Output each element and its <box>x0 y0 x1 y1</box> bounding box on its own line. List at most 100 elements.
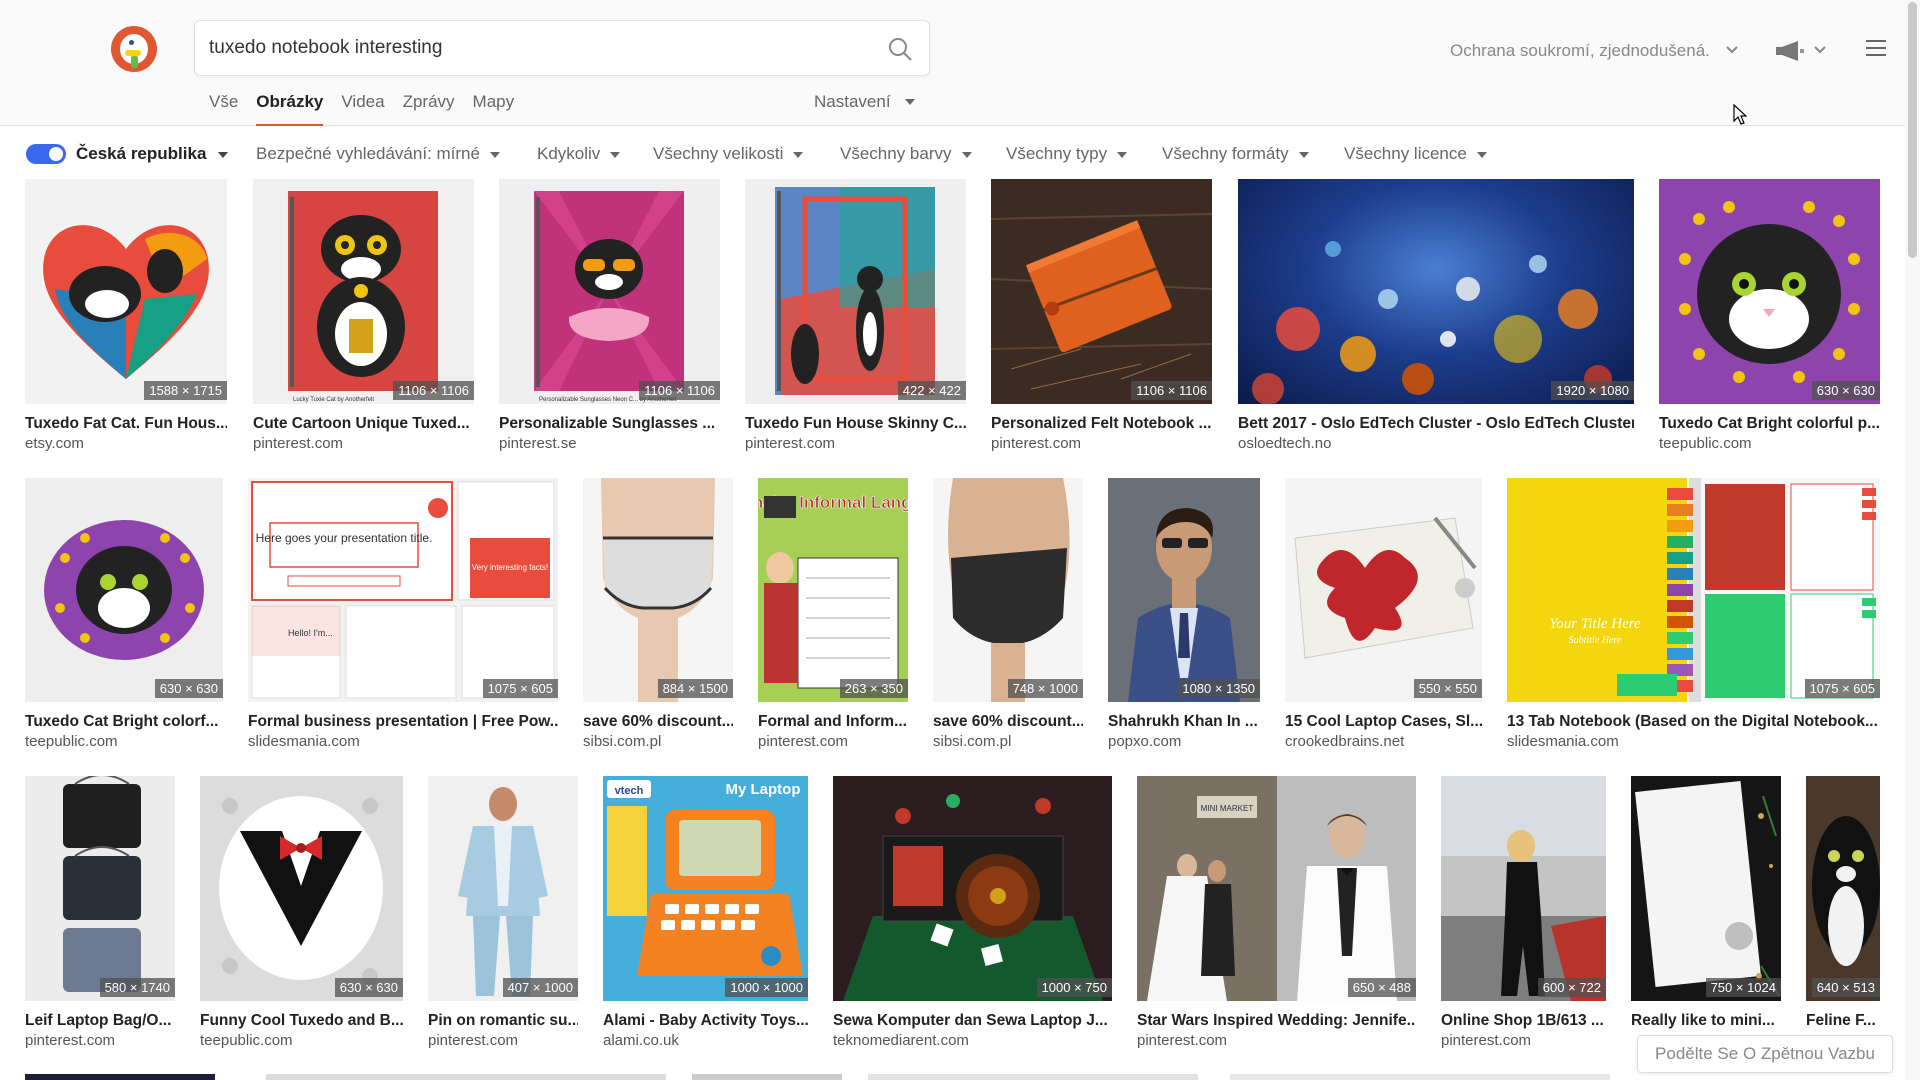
result-title[interactable]: save 60% discount... <box>933 713 1083 731</box>
result-thumbnail[interactable] <box>428 776 578 1001</box>
tab-news[interactable]: Zprávy <box>403 92 455 126</box>
result-thumbnail[interactable]: MINI MARKET <box>1137 776 1416 1001</box>
result-title[interactable]: Online Shop 1B/613 ... <box>1441 1012 1606 1030</box>
result-title[interactable]: Formal and Inform... <box>758 713 908 731</box>
result-source[interactable]: pinterest.com <box>25 1032 115 1049</box>
tab-maps[interactable]: Mapy <box>473 92 515 126</box>
scrollbar-thumb[interactable] <box>1908 2 1917 258</box>
chevron-down-icon[interactable] <box>1726 44 1738 56</box>
image-result[interactable]: 630 × 630 Tuxedo Cat Bright colorful p..… <box>1659 179 1880 455</box>
image-result[interactable]: 407 × 1000 Pin on romantic su... pintere… <box>428 776 578 1051</box>
result-thumbnail[interactable] <box>833 776 1112 1001</box>
result-source[interactable]: crookedbrains.net <box>1285 733 1404 750</box>
result-source[interactable]: sibsi.com.pl <box>933 733 1011 750</box>
result-source[interactable]: pinterest.com <box>1441 1032 1531 1049</box>
result-thumbnail[interactable]: Personalizable Sunglasses Neon C... by A… <box>499 179 720 404</box>
filter-layout[interactable]: Všechny formáty <box>1162 144 1309 164</box>
result-title[interactable]: Personalizable Sunglasses ... <box>499 415 720 433</box>
result-thumbnail[interactable] <box>1659 179 1880 404</box>
image-result[interactable]: 1588 × 1715 Tuxedo Fat Cat. Fun Hous... … <box>25 179 227 455</box>
image-result[interactable]: 630 × 630 Funny Cool Tuxedo and B... tee… <box>200 776 403 1051</box>
result-thumbnail[interactable] <box>25 776 175 1001</box>
result-title[interactable]: Leif Laptop Bag/O... <box>25 1012 175 1030</box>
result-title[interactable]: Funny Cool Tuxedo and B... <box>200 1012 403 1030</box>
result-thumbnail[interactable] <box>1631 776 1781 1001</box>
result-thumbnail[interactable] <box>1806 776 1880 1001</box>
image-result-partial[interactable] <box>266 1074 666 1080</box>
result-source[interactable]: teepublic.com <box>25 733 118 750</box>
result-source[interactable]: teepublic.com <box>1659 435 1752 452</box>
image-result[interactable]: 422 × 422 Tuxedo Fun House Skinny C... p… <box>745 179 966 455</box>
image-result[interactable]: Formal & Informal Language 263 × 350 For… <box>758 478 908 752</box>
image-result[interactable]: 630 × 630 Tuxedo Cat Bright colorf... te… <box>25 478 223 752</box>
result-source[interactable]: etsy.com <box>25 435 84 452</box>
result-thumbnail[interactable]: vtech My Laptop <box>603 776 808 1001</box>
image-result[interactable]: 600 × 722 Online Shop 1B/613 ... pintere… <box>1441 776 1606 1051</box>
chevron-down-icon[interactable] <box>1814 44 1826 56</box>
result-title[interactable]: Cute Cartoon Unique Tuxed... <box>253 415 474 433</box>
image-result[interactable]: 550 × 550 15 Cool Laptop Cases, Sl... cr… <box>1285 478 1482 752</box>
search-input[interactable] <box>209 21 849 75</box>
image-result[interactable]: Here goes your presentation title. Very … <box>248 478 558 752</box>
result-source[interactable]: pinterest.se <box>499 435 577 452</box>
result-title[interactable]: Alami - Baby Activity Toys... <box>603 1012 808 1030</box>
result-source[interactable]: sibsi.com.pl <box>583 733 661 750</box>
result-thumbnail[interactable] <box>1238 179 1634 404</box>
result-title[interactable]: Tuxedo Cat Bright colorf... <box>25 713 223 731</box>
result-source[interactable]: slidesmania.com <box>248 733 360 750</box>
result-title[interactable]: save 60% discount... <box>583 713 733 731</box>
duckduckgo-logo[interactable] <box>111 26 157 72</box>
region-toggle[interactable] <box>26 144 66 164</box>
result-thumbnail[interactable]: Lucky Tuxie Cat by Anotherfelt <box>253 179 474 404</box>
result-thumbnail[interactable] <box>1441 776 1606 1001</box>
result-source[interactable]: alami.co.uk <box>603 1032 679 1049</box>
result-thumbnail[interactable] <box>25 179 227 404</box>
image-result-partial[interactable] <box>868 1074 1198 1080</box>
image-result-partial[interactable] <box>1230 1074 1610 1080</box>
result-title[interactable]: Pin on romantic su... <box>428 1012 578 1030</box>
region-selector[interactable]: Česká republika <box>76 144 206 164</box>
result-thumbnail[interactable] <box>991 179 1212 404</box>
result-thumbnail[interactable] <box>1108 478 1260 702</box>
image-result[interactable]: Personalizable Sunglasses Neon C... by A… <box>499 179 720 455</box>
result-thumbnail[interactable]: Your Title Here Subtitle Here <box>1507 478 1880 702</box>
result-title[interactable]: Feline F... <box>1806 1012 1880 1030</box>
filter-safesearch[interactable]: Bezpečné vyhledávání: mírné <box>256 144 500 164</box>
result-title[interactable]: Tuxedo Fun House Skinny C... <box>745 415 966 433</box>
result-source[interactable]: pinterest.com <box>253 435 343 452</box>
megaphone-icon[interactable] <box>1774 40 1806 62</box>
result-source[interactable]: popxo.com <box>1108 733 1181 750</box>
result-source[interactable]: osloedtech.no <box>1238 435 1331 452</box>
result-title[interactable]: Formal business presentation | Free Pow.… <box>248 713 558 731</box>
result-thumbnail[interactable]: Here goes your presentation title. Very … <box>248 478 558 702</box>
result-title[interactable]: Bett 2017 - Oslo EdTech Cluster - Oslo E… <box>1238 415 1634 433</box>
image-result[interactable]: 884 × 1500 save 60% discount... sibsi.co… <box>583 478 733 752</box>
result-source[interactable]: teknomediarent.com <box>833 1032 969 1049</box>
filter-color[interactable]: Všechny barvy <box>840 144 972 164</box>
result-thumbnail[interactable] <box>745 179 966 404</box>
image-result[interactable]: 640 × 513 Feline F... <box>1806 776 1880 1051</box>
image-result[interactable]: 748 × 1000 save 60% discount... sibsi.co… <box>933 478 1083 752</box>
image-result-partial[interactable] <box>25 1074 215 1080</box>
result-title[interactable]: 15 Cool Laptop Cases, Sl... <box>1285 713 1482 731</box>
image-result[interactable]: 1000 × 750 Sewa Komputer dan Sewa Laptop… <box>833 776 1112 1051</box>
result-source[interactable]: slidesmania.com <box>1507 733 1619 750</box>
result-title[interactable]: Personalized Felt Notebook ... <box>991 415 1212 433</box>
result-source[interactable]: pinterest.com <box>1137 1032 1227 1049</box>
image-result[interactable]: 1920 × 1080 Bett 2017 - Oslo EdTech Clus… <box>1238 179 1634 455</box>
result-thumbnail[interactable] <box>25 478 223 702</box>
filter-type[interactable]: Všechny typy <box>1006 144 1128 164</box>
image-result[interactable]: MINI MARKET 650 × 488 Star Wars Inspired… <box>1137 776 1416 1051</box>
search-icon[interactable] <box>887 36 913 62</box>
filter-time[interactable]: Kdykoliv <box>537 144 621 164</box>
result-source[interactable]: teepublic.com <box>200 1032 293 1049</box>
result-title[interactable]: Shahrukh Khan In ... <box>1108 713 1260 731</box>
image-result[interactable]: vtech My Laptop 1000 × 1000 Alami - Baby… <box>603 776 808 1051</box>
result-title[interactable]: 13 Tab Notebook (Based on the Digital No… <box>1507 713 1880 731</box>
result-title[interactable]: Really like to mini... <box>1631 1012 1781 1030</box>
image-result[interactable]: 750 × 1024 Really like to mini... <box>1631 776 1781 1051</box>
result-source[interactable]: pinterest.com <box>758 733 848 750</box>
result-thumbnail[interactable] <box>200 776 403 1001</box>
feedback-button[interactable]: Podělte Se O Zpětnou Vazbu <box>1637 1035 1893 1073</box>
privacy-selector[interactable]: Ochrana soukromí, zjednodušená. <box>1450 41 1710 61</box>
